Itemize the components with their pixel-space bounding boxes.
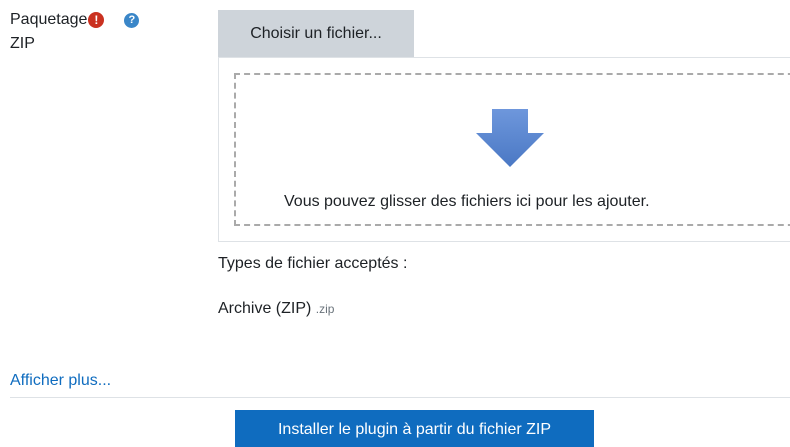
required-icon: ! — [88, 12, 105, 28]
zip-package-label: Paquetage ! ? ZIP — [10, 8, 200, 56]
accepted-types-title: Types de fichier acceptés : — [218, 255, 408, 272]
install-plugin-form: Paquetage ! ? ZIP Choisir un fichier... … — [0, 0, 790, 447]
file-drop-zone[interactable]: Vous pouvez glisser des fichiers ici pou… — [234, 73, 790, 226]
divider — [10, 397, 790, 398]
accepted-type-name: Archive (ZIP) — [218, 300, 312, 317]
drop-zone-text: Vous pouvez glisser des fichiers ici pou… — [284, 193, 650, 210]
accepted-type-extension: .zip — [315, 302, 335, 316]
show-more-link[interactable]: Afficher plus... — [10, 372, 111, 390]
label-text-line2: ZIP — [10, 35, 35, 52]
help-icon[interactable]: ? — [124, 12, 140, 28]
label-text: Paquetage — [10, 11, 88, 28]
download-arrow-icon — [476, 109, 544, 167]
label-row: Paquetage ! ? — [10, 8, 200, 32]
install-plugin-button[interactable]: Installer le plugin à partir du fichier … — [235, 410, 594, 447]
filepicker-container: Vous pouvez glisser des fichiers ici pou… — [218, 57, 790, 242]
choose-file-button[interactable]: Choisir un fichier... — [218, 10, 414, 57]
accepted-type-item: Archive (ZIP) .zip — [218, 300, 334, 318]
